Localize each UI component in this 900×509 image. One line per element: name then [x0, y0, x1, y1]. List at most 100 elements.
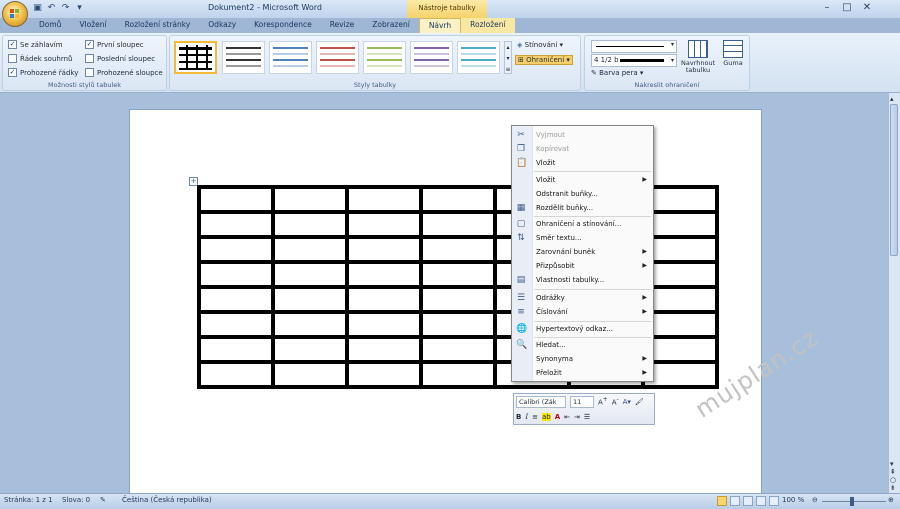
font-color-icon[interactable]: A: [555, 413, 560, 421]
tab-mailings[interactable]: Korespondence: [245, 18, 321, 33]
tab-home[interactable]: Domů: [30, 18, 70, 33]
redo-icon[interactable]: ↷: [61, 3, 70, 13]
zoom-slider[interactable]: [822, 501, 886, 502]
menu-item-lookup[interactable]: 🔍 Hledat...: [513, 338, 652, 352]
minimize-icon[interactable]: –: [822, 2, 832, 13]
center-align-icon[interactable]: ≡: [532, 413, 538, 421]
checkbox-banded-rows[interactable]: ✓ Prohozené řádky: [8, 68, 78, 77]
table-style-thumbnail[interactable]: [457, 41, 500, 74]
tab-references[interactable]: Odkazy: [199, 18, 245, 33]
menu-item-table-properties[interactable]: ▤ Vlastnosti tabulky...: [513, 273, 652, 287]
tab-view[interactable]: Zobrazení: [363, 18, 419, 33]
shrink-font-icon[interactable]: A-: [612, 397, 619, 406]
zoom-in-icon[interactable]: ⊕: [888, 496, 894, 504]
scrollbar-thumb[interactable]: [890, 104, 898, 256]
menu-item-hyperlink[interactable]: 🌐 Hypertextový odkaz...: [513, 322, 652, 336]
checkbox-header-row[interactable]: ✓ Se záhlavím: [8, 40, 63, 49]
menu-item-borders-shading[interactable]: ▢ Ohraničení a stínování...: [513, 217, 652, 231]
split-cells-icon: ▦: [516, 203, 526, 213]
eraser-button[interactable]: Guma: [719, 40, 747, 67]
menu-item-delete-cells[interactable]: Odstranit buňky...: [513, 187, 652, 201]
checkbox-banded-columns[interactable]: Prohozené sloupce: [85, 68, 163, 77]
shading-button[interactable]: ◈ Stínování ▾: [517, 41, 563, 49]
menu-item-copy[interactable]: ❐ Kopírovat: [513, 142, 652, 156]
format-painter-icon[interactable]: 🖌: [635, 398, 644, 406]
pen-color-button[interactable]: ✎ Barva pera ▾: [591, 69, 643, 77]
copy-icon: ❐: [516, 144, 526, 154]
tab-design[interactable]: Návrh: [418, 18, 462, 33]
tab-insert[interactable]: Vložení: [70, 18, 115, 33]
tab-review[interactable]: Revize: [321, 18, 364, 33]
menu-item-paste[interactable]: 📋 Vložit: [513, 156, 652, 170]
menu-item-insert[interactable]: Vložit ▶: [513, 173, 652, 187]
styles-gallery-scroll[interactable]: ▴ ▾ ≡: [504, 41, 512, 74]
numbering-icon: ≡: [517, 307, 525, 317]
table-tools-title: Nástroje tabulky: [407, 0, 487, 18]
print-layout-icon[interactable]: [717, 496, 727, 506]
increase-indent-icon[interactable]: ⇥: [574, 413, 580, 421]
borders-button[interactable]: ⊞ Ohraničení ▾: [515, 55, 573, 65]
menu-item-cut[interactable]: ✂ Vyjmout: [513, 128, 652, 142]
full-screen-reading-icon[interactable]: [730, 496, 740, 506]
office-button[interactable]: [2, 1, 28, 27]
table-style-thumbnail[interactable]: [222, 41, 265, 74]
submenu-arrow-icon: ▶: [642, 176, 647, 183]
zoom-slider-thumb[interactable]: [850, 497, 854, 506]
checkbox-icon: ✓: [85, 40, 94, 49]
ribbon: ✓ Se záhlavím Řádek souhrnů ✓ Prohozené řá…: [0, 33, 900, 93]
window-controls: – □ ✕: [822, 2, 872, 13]
table-style-thumbnail[interactable]: [410, 41, 453, 74]
scroll-nav-icons[interactable]: ▾ ⇞ ○ ⇟: [890, 460, 896, 492]
undo-icon[interactable]: ↶: [47, 3, 56, 13]
font-size-field[interactable]: 11: [570, 396, 594, 408]
styles-icon[interactable]: A▾: [623, 398, 631, 406]
scroll-up-icon[interactable]: ▴: [890, 95, 894, 103]
maximize-icon[interactable]: □: [842, 2, 852, 13]
draft-icon[interactable]: [769, 496, 779, 506]
menu-item-translate[interactable]: Přeložit ▶: [513, 366, 652, 380]
web-layout-icon[interactable]: [743, 496, 753, 506]
zoom-out-icon[interactable]: ⊖: [812, 496, 818, 504]
checkbox-first-column[interactable]: ✓ První sloupec: [85, 40, 144, 49]
line-weight-select[interactable]: 4 1/2 b ▾: [591, 54, 677, 67]
page-count[interactable]: Stránka: 1 z 1: [4, 496, 53, 504]
menu-item-cell-alignment[interactable]: Zarovnání buněk ▶: [513, 245, 652, 259]
menu-item-synonyms[interactable]: Synonyma ▶: [513, 352, 652, 366]
menu-item-text-direction[interactable]: ⇅ Směr textu...: [513, 231, 652, 245]
menu-item-numbering[interactable]: ≡ Číslování ▶: [513, 305, 652, 319]
close-icon[interactable]: ✕: [862, 2, 872, 13]
checkbox-last-column[interactable]: Poslední sloupec: [85, 54, 155, 63]
tab-layout[interactable]: Rozložení: [461, 18, 515, 33]
menu-item-split-cells[interactable]: ▦ Rozdělit buňky...: [513, 201, 652, 215]
menu-item-bullets[interactable]: ☰ Odrážky ▶: [513, 291, 652, 305]
menu-separator: [534, 289, 651, 290]
draw-table-button[interactable]: Navrhnout tabulku: [681, 40, 715, 74]
menu-item-autofit[interactable]: Přizpůsobit ▶: [513, 259, 652, 273]
bullets-icon[interactable]: ☰: [584, 413, 590, 421]
office-logo-icon: [10, 9, 20, 19]
proofing-icon[interactable]: ✎: [100, 496, 106, 504]
group-label: Nakreslit ohraničení: [634, 81, 700, 89]
table-style-thumbnail[interactable]: [363, 41, 406, 74]
italic-button[interactable]: I: [525, 413, 528, 421]
table-style-thumbnail[interactable]: [269, 41, 312, 74]
zoom-level[interactable]: 100 %: [782, 496, 804, 504]
decrease-indent-icon[interactable]: ⇤: [564, 413, 570, 421]
grow-font-icon[interactable]: A+: [598, 397, 608, 406]
group-label: Možnosti stylů tabulek: [47, 81, 122, 89]
font-name-field[interactable]: Calibri (Zák: [516, 396, 566, 408]
ribbon-tabs: Domů Vložení Rozložení stránky Odkazy Ko…: [30, 18, 515, 33]
checkbox-total-row[interactable]: Řádek souhrnů: [8, 54, 72, 63]
language-indicator[interactable]: Čeština (Česká republika): [122, 496, 212, 504]
word-count[interactable]: Slova: 0: [62, 496, 90, 504]
table-style-thumbnail[interactable]: [174, 41, 217, 74]
tab-page-layout[interactable]: Rozložení stránky: [116, 18, 200, 33]
save-icon[interactable]: ▣: [33, 3, 42, 13]
highlight-icon[interactable]: ab: [541, 413, 551, 421]
bold-button[interactable]: B: [516, 413, 521, 421]
outline-icon[interactable]: [756, 496, 766, 506]
scissors-icon: ✂: [517, 130, 525, 140]
customize-qat-icon[interactable]: ▾: [75, 3, 84, 13]
table-style-thumbnail[interactable]: [316, 41, 359, 74]
line-style-select[interactable]: ▾: [591, 40, 677, 53]
